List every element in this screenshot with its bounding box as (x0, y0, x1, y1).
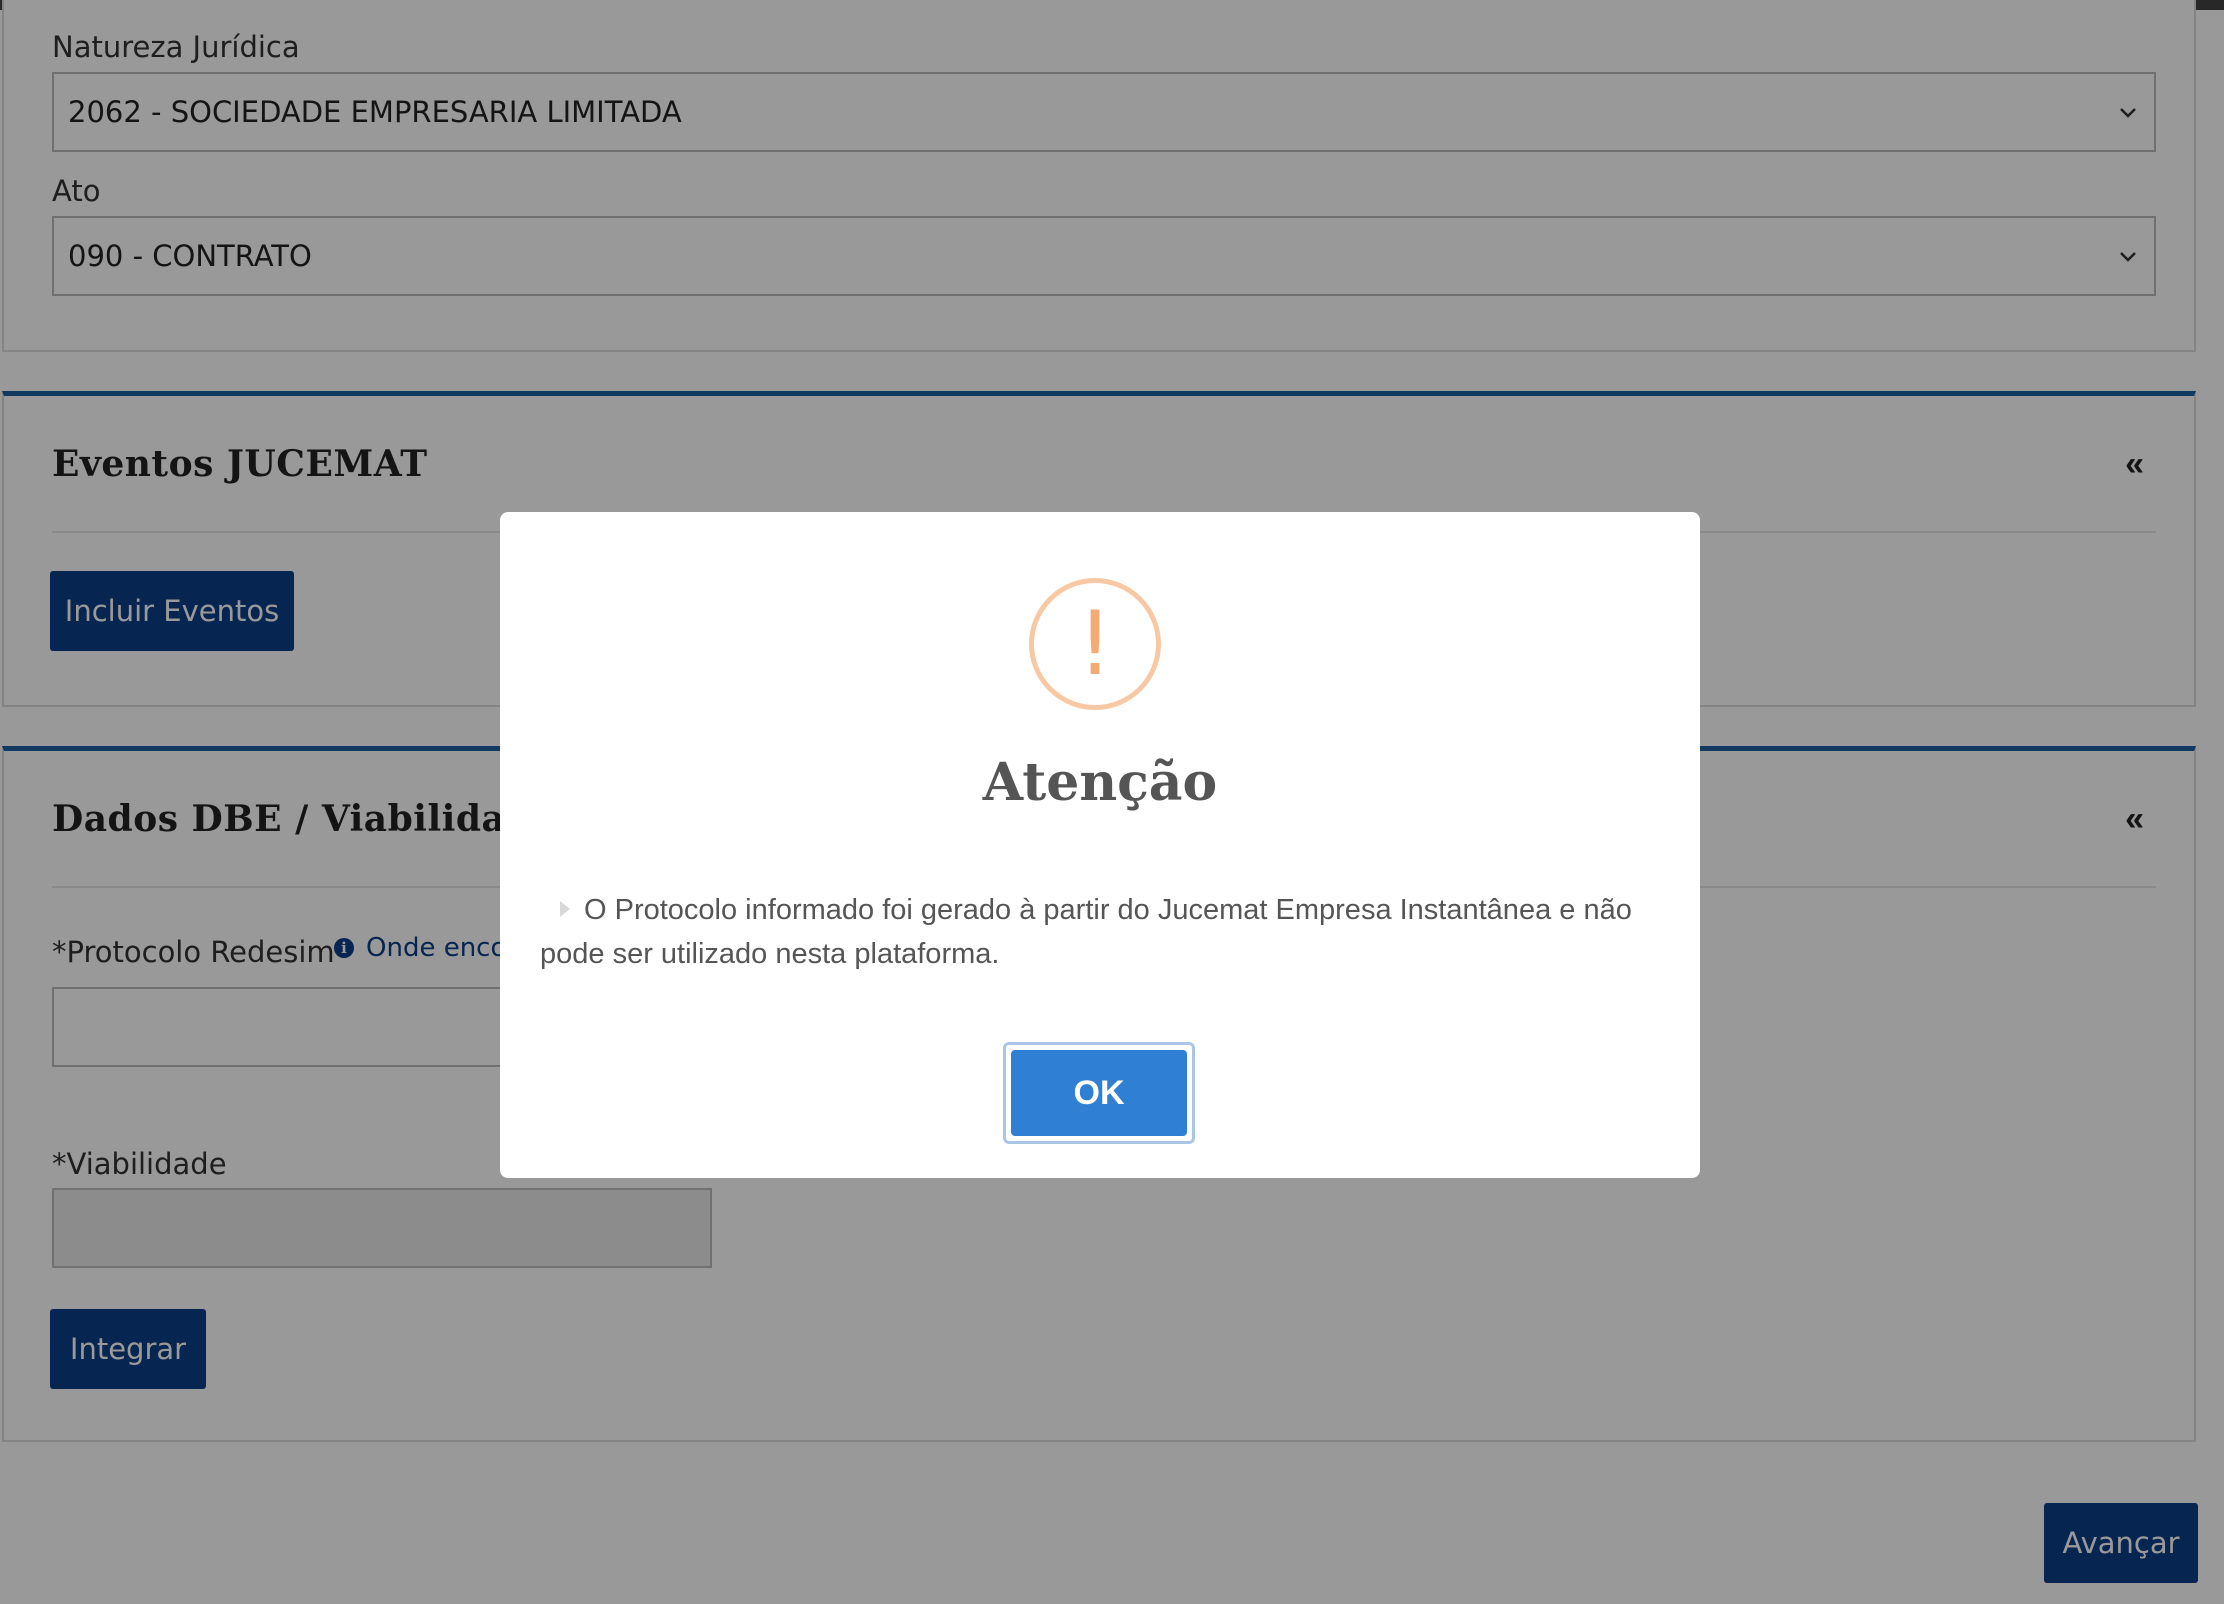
dialog-title: Atenção (982, 752, 1218, 813)
dialog-message-text: O Protocolo informado foi gerado à parti… (540, 894, 1632, 970)
alert-dialog: ! Atenção O Protocolo informado foi gera… (500, 512, 1700, 1178)
warning-icon: ! (1029, 578, 1161, 710)
ok-button[interactable]: OK (1011, 1050, 1187, 1136)
dialog-message: O Protocolo informado foi gerado à parti… (540, 888, 1650, 976)
bullet-triangle-icon (560, 901, 570, 917)
page: Natureza Jurídica 2062 - SOCIEDADE EMPRE… (0, 0, 2224, 1604)
ok-button-focus-ring: OK (1003, 1042, 1195, 1144)
